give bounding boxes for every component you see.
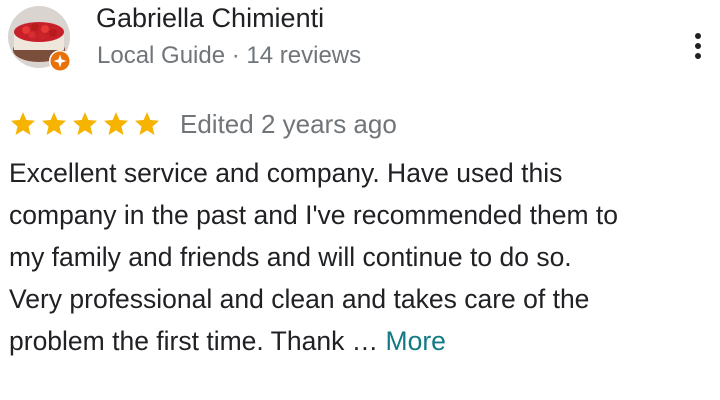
review-line: Excellent service and company. Have used… [9,158,563,188]
star-icon [134,112,160,135]
review-line: my family and friends and will continue … [9,242,572,272]
star-icon [72,112,98,135]
review-line: problem the first time. Thank … [9,326,386,356]
reviewer-subtitle[interactable]: Local Guide · 14 reviews [97,42,361,70]
review-line-last: problem the first time. Thank … More [9,320,709,362]
review-text: Excellent service and company. Have used… [9,152,709,362]
review-line: company in the past and I've recommended… [9,200,619,230]
review-line: Very professional and clean and takes ca… [9,284,590,314]
more-vert-icon [695,33,701,39]
local-guide-badge-icon [48,49,72,73]
more-link[interactable]: More [386,326,446,356]
more-vert-button[interactable] [684,26,712,66]
reviewer-name[interactable]: Gabriella Chimienti [96,3,324,34]
avatar[interactable] [8,6,71,72]
review-date: Edited 2 years ago [180,109,397,139]
star-icon [41,112,67,135]
star-icon [103,112,129,135]
star-rating [9,110,161,140]
star-icon [10,112,36,135]
